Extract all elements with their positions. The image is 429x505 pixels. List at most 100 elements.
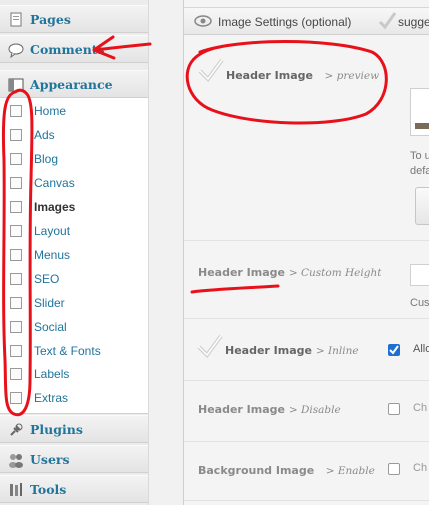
inline-check-icon <box>196 333 224 364</box>
submenu-item-labels[interactable]: Labels <box>0 363 148 387</box>
option-title: Header Image <box>198 403 285 416</box>
panel-title: Image Settings (optional) <box>218 15 352 29</box>
divider <box>184 240 429 241</box>
checkbox[interactable] <box>10 129 22 141</box>
submenu-label: Home <box>34 104 67 118</box>
tools-icon <box>8 482 24 498</box>
inline-checkbox[interactable] <box>388 344 400 356</box>
menu-appearance[interactable]: Appearance <box>0 70 148 98</box>
submenu-item-slider[interactable]: Slider <box>0 292 148 316</box>
divider <box>184 318 429 319</box>
divider <box>184 380 429 381</box>
submenu-item-text-fonts[interactable]: Text & Fonts <box>0 340 148 364</box>
submenu-label: Text & Fonts <box>34 344 101 358</box>
users-icon <box>8 452 24 468</box>
submenu-item-blog[interactable]: Blog <box>0 148 148 172</box>
panel-header[interactable]: Image Settings (optional) sugge <box>184 7 429 35</box>
option-label-custom-height: Header Image > Custom Height <box>198 266 381 279</box>
checkbox[interactable] <box>10 177 22 189</box>
appearance-submenu: Home Ads Blog Canvas Images Layout Menus… <box>0 98 148 414</box>
checkbox[interactable] <box>10 368 22 380</box>
suggest-label: sugge <box>398 15 429 29</box>
option-subtitle: > Enable <box>325 465 375 477</box>
checkbox[interactable] <box>10 153 22 165</box>
suggest-check-icon <box>377 11 397 36</box>
preview-help-line1: To u <box>410 150 429 162</box>
submenu-label: Labels <box>34 367 70 381</box>
submenu-item-seo[interactable]: SEO <box>0 268 148 292</box>
menu-tools[interactable]: Tools <box>0 475 148 503</box>
submenu-label: SEO <box>34 272 60 286</box>
admin-sidebar: Pages Comments Appearance Home Ads Blog … <box>0 0 149 505</box>
inline-checkbox-label: Allo <box>413 343 429 355</box>
submenu-item-extras[interactable]: Extras <box>0 387 148 411</box>
submenu-item-canvas[interactable]: Canvas <box>0 172 148 196</box>
checkbox[interactable] <box>10 345 22 357</box>
option-title: Background Image <box>198 464 315 477</box>
option-label-disable: Header Image > Disable <box>198 403 341 416</box>
submenu-label: Social <box>34 320 67 334</box>
submenu-item-social[interactable]: Social <box>0 316 148 340</box>
submenu-item-layout[interactable]: Layout <box>0 220 148 244</box>
submenu-label: Blog <box>34 152 59 166</box>
submenu-label: Ads <box>34 128 55 142</box>
submenu-label: Extras <box>34 391 69 405</box>
menu-users-label: Users <box>30 452 70 467</box>
checkbox[interactable] <box>10 297 22 309</box>
option-title: Header Image <box>198 266 285 279</box>
checkbox[interactable] <box>10 321 22 333</box>
menu-comments[interactable]: Comments <box>0 35 148 63</box>
submenu-item-images[interactable]: Images <box>0 196 148 220</box>
background-checkbox-label: Ch <box>413 462 428 474</box>
pages-icon <box>8 12 24 28</box>
background-checkbox[interactable] <box>388 463 400 475</box>
submenu-item-ads[interactable]: Ads <box>0 124 148 148</box>
submenu-label: Menus <box>34 248 71 262</box>
checkbox[interactable] <box>10 273 22 285</box>
divider <box>184 500 429 501</box>
submenu-item-menus[interactable]: Menus <box>0 244 148 268</box>
custom-height-help: Cus <box>410 297 429 309</box>
image-settings-panel: Image Settings (optional) sugge Header I… <box>183 0 429 505</box>
option-label-preview: Header Image > preview <box>226 69 379 82</box>
option-title: Header Image <box>225 344 312 357</box>
preview-thumbnail <box>415 123 429 129</box>
preview-image-box <box>410 88 429 136</box>
submenu-item-home[interactable]: Home <box>0 100 148 124</box>
menu-appearance-label: Appearance <box>30 77 113 92</box>
menu-pages[interactable]: Pages <box>0 5 148 33</box>
checkbox[interactable] <box>10 201 22 213</box>
upload-button[interactable] <box>415 187 429 225</box>
menu-users[interactable]: Users <box>0 445 148 473</box>
disable-checkbox[interactable] <box>388 403 400 415</box>
comment-bubble-icon <box>8 42 24 59</box>
menu-pages-label: Pages <box>30 12 71 27</box>
eye-icon <box>194 14 212 33</box>
disable-checkbox-label: Ch <box>413 402 428 414</box>
preview-help-line2: defa <box>410 165 429 177</box>
submenu-label: Slider <box>34 296 65 310</box>
preview-check-icon <box>197 57 225 88</box>
checkbox[interactable] <box>10 105 22 117</box>
submenu-label: Canvas <box>34 176 75 190</box>
option-subtitle: > preview <box>324 70 380 82</box>
checkbox[interactable] <box>10 249 22 261</box>
option-subtitle: > Disable <box>288 404 341 416</box>
submenu-label: Images <box>34 200 76 214</box>
option-label-inline: Header Image > Inline <box>225 344 359 357</box>
option-title: Header Image <box>226 69 313 82</box>
plug-icon <box>8 422 24 438</box>
option-subtitle: > Custom Height <box>288 267 382 279</box>
checkbox[interactable] <box>10 392 22 404</box>
menu-plugins[interactable]: Plugins <box>0 415 148 443</box>
divider <box>184 441 429 442</box>
checkbox[interactable] <box>10 225 22 237</box>
menu-plugins-label: Plugins <box>30 422 83 437</box>
appearance-icon <box>8 77 24 93</box>
checkmark-icon <box>389 345 399 355</box>
menu-tools-label: Tools <box>30 482 67 497</box>
submenu-label: Layout <box>34 224 71 238</box>
custom-height-input[interactable] <box>410 264 429 286</box>
option-subtitle: > Inline <box>315 345 359 357</box>
menu-comments-label: Comments <box>30 42 105 57</box>
